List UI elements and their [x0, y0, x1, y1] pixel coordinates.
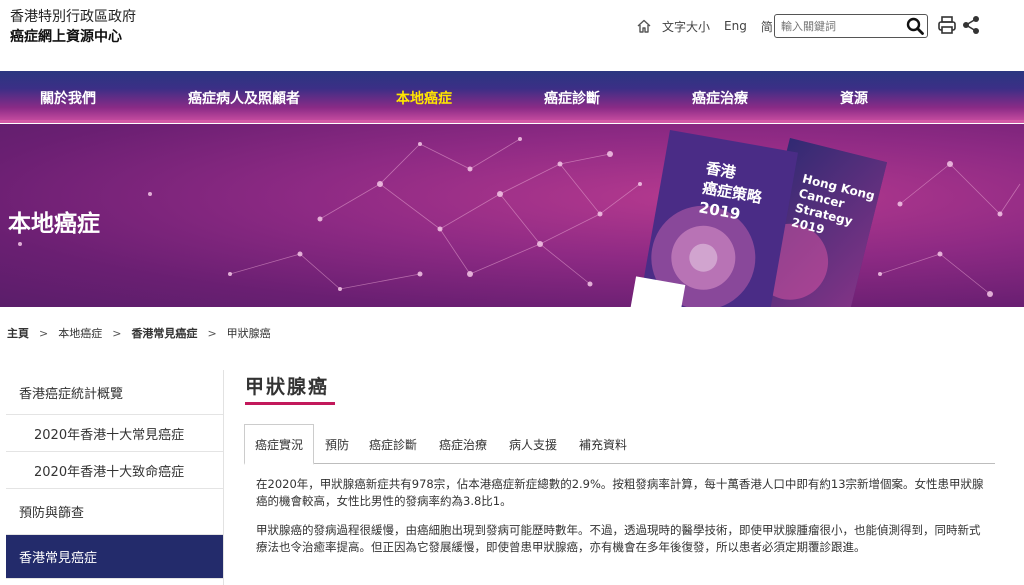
simplified-chinese-link[interactable]: 简	[761, 18, 773, 35]
tab-supplementary[interactable]: 補充資料	[572, 424, 634, 464]
title-underline	[245, 402, 335, 405]
search-icon[interactable]	[905, 16, 925, 36]
cancer-strategy-book-zh: 香港 癌症策略 2019	[629, 130, 799, 307]
content-tabs: 癌症實況 預防 癌症診斷 癌症治療 病人支援 補充資料	[244, 424, 995, 465]
font-size-link[interactable]: 文字大小	[662, 18, 710, 35]
breadcrumb: 主頁 > 本地癌症 > 香港常見癌症 > 甲狀腺癌	[7, 325, 271, 341]
nav-item-local-cancer[interactable]: 本地癌症	[396, 88, 452, 108]
tab-facts[interactable]: 癌症實況	[244, 424, 314, 465]
search-box	[774, 14, 928, 38]
logo-line-2: 癌症網上資源中心	[10, 29, 122, 45]
breadcrumb-common-cancers[interactable]: 香港常見癌症	[131, 325, 197, 341]
page-title: 甲狀腺癌	[245, 376, 330, 398]
breadcrumb-local-cancer[interactable]: 本地癌症	[58, 325, 102, 341]
print-icon[interactable]	[937, 15, 957, 35]
share-icon[interactable]	[962, 15, 980, 35]
breadcrumb-current: 甲狀腺癌	[226, 327, 271, 340]
chevron-right-icon: >	[39, 326, 49, 340]
chevron-right-icon: >	[207, 326, 217, 340]
sidebar-item-statistics-overview[interactable]: 香港癌症統計概覽	[6, 370, 223, 415]
sidebar: 香港癌症統計概覽 2020年香港十大常見癌症 2020年香港十大致命癌症 預防與…	[6, 370, 223, 579]
nav-item-about[interactable]: 關於我們	[40, 88, 96, 108]
sidebar-item-common-cancers[interactable]: 香港常見癌症	[6, 535, 223, 579]
site-header: 香港特別行政區政府 癌症網上資源中心 文字大小 Eng 简	[0, 0, 1024, 70]
tab-prevention[interactable]: 預防	[316, 424, 358, 464]
main-nav: 關於我們 癌症病人及照顧者 本地癌症 癌症診斷 癌症治療 資源	[0, 71, 1024, 123]
network-graphic: Hong Kong Cancer Strategy 2019 香港 癌症策略 2…	[18, 130, 1021, 307]
nav-item-treatment[interactable]: 癌症治療	[692, 88, 748, 108]
english-link[interactable]: Eng	[724, 19, 747, 33]
tab-treatment[interactable]: 癌症治療	[432, 424, 494, 464]
nav-item-patients-carers[interactable]: 癌症病人及照顧者	[188, 88, 300, 108]
sidebar-item-top10-common[interactable]: 2020年香港十大常見癌症	[6, 415, 223, 452]
tab-diagnosis[interactable]: 癌症診斷	[362, 424, 424, 464]
home-icon[interactable]	[636, 18, 652, 34]
chevron-right-icon: >	[112, 326, 122, 340]
content-paragraph: 甲狀腺癌的發病過程很緩慢，由癌細胞出現到發病可能歷時數年。不過，透過現時的醫學技…	[256, 523, 981, 554]
sidebar-item-prevention-screening[interactable]: 預防與篩查	[6, 489, 223, 535]
content-paragraph: 在2020年，甲狀腺癌新症共有978宗，佔本港癌症新症總數的2.9%。按粗發病率…	[256, 477, 984, 508]
nav-item-resources[interactable]: 資源	[840, 88, 868, 108]
hero-banner: Hong Kong Cancer Strategy 2019 香港 癌症策略 2…	[0, 124, 1024, 307]
header-tools: 文字大小 Eng 简	[636, 14, 787, 38]
tab-patient-support[interactable]: 病人支援	[502, 424, 564, 464]
banner-title: 本地癌症	[8, 211, 100, 237]
sidebar-item-top10-deadly[interactable]: 2020年香港十大致命癌症	[6, 452, 223, 489]
site-logo[interactable]: 香港特別行政區政府 癌症網上資源中心	[10, 7, 136, 47]
search-input[interactable]	[775, 15, 897, 38]
sidebar-divider	[223, 370, 224, 585]
breadcrumb-home[interactable]: 主頁	[7, 325, 29, 341]
nav-item-diagnosis[interactable]: 癌症診斷	[544, 88, 600, 108]
logo-line-1: 香港特別行政區政府	[10, 9, 136, 25]
